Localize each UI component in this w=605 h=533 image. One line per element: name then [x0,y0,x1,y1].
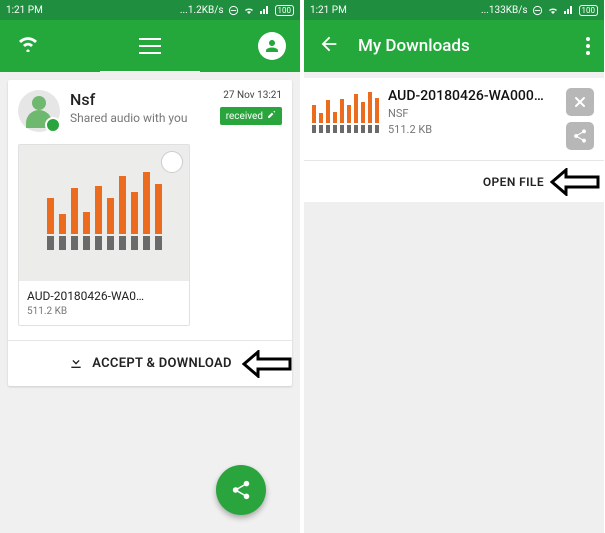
share-subtitle: Shared audio with you [70,111,220,125]
status-badge-label: received [226,111,263,122]
status-battery: 100 [579,5,599,16]
do-not-disturb-icon [228,5,239,16]
open-file-label: OPEN FILE [483,175,544,189]
wifi-icon [547,4,559,16]
menu-icon[interactable] [139,38,161,54]
status-bar: 1:21 PM ...133KB/s 100 [304,0,604,20]
audio-waveform-icon [47,176,162,250]
status-time: 1:21 PM [310,5,481,16]
shared-file-card: Nsf Shared audio with you 27 Nov 13:21 r… [8,80,292,386]
phone-left: 1:21 PM ...1.2KB/s 100 [0,0,300,533]
profile-icon[interactable] [258,32,286,60]
sender-avatar[interactable] [18,90,60,132]
status-net: ...133KB/s [481,5,528,16]
app-bar: My Downloads [304,20,604,72]
more-options-icon[interactable] [586,37,590,55]
status-net: ...1.2KB/s [180,5,224,16]
download-item: AUD-20180426-WA000… NSF 511.2 KB OPEN FI… [304,78,604,202]
download-icon [68,354,84,374]
status-bar: 1:21 PM ...1.2KB/s 100 [0,0,300,20]
status-time: 1:21 PM [6,5,180,16]
status-badge: received [220,107,282,125]
download-size: 511.2 KB [388,123,554,136]
back-button[interactable] [318,33,340,59]
content-area-right: AUD-20180426-WA000… NSF 511.2 KB OPEN FI… [304,78,604,533]
delete-button[interactable] [566,88,594,116]
download-filename: AUD-20180426-WA000… [388,88,554,104]
file-name: AUD-20180426-WA0… [27,289,181,303]
signal-icon [563,4,575,16]
do-not-disturb-icon [532,5,543,16]
status-battery: 100 [275,5,295,16]
file-size: 511.2 KB [27,306,181,317]
annotation-arrow-left [242,350,294,378]
phone-right: 1:21 PM ...133KB/s 100 My Downloads [304,0,604,533]
app-bar [0,20,300,72]
share-timestamp: 27 Nov 13:21 [220,90,282,101]
download-sender: NSF [388,107,554,120]
share-fab[interactable] [216,465,266,515]
open-file-button[interactable]: OPEN FILE [304,160,604,202]
audio-waveform-icon [312,91,379,133]
page-title: My Downloads [358,36,568,56]
download-thumbnail[interactable] [314,88,376,136]
share-button[interactable] [566,122,594,150]
accept-download-button[interactable]: ACCEPT & DOWNLOAD [8,340,292,386]
content-area-left: Nsf Shared audio with you 27 Nov 13:21 r… [0,72,300,533]
select-circle[interactable] [161,151,183,173]
file-thumbnail-card[interactable]: AUD-20180426-WA0… 511.2 KB [18,144,190,326]
accept-download-label: ACCEPT & DOWNLOAD [92,356,232,371]
tab-nearby-icon[interactable] [14,32,42,60]
signal-icon [259,4,271,16]
pencil-icon [267,110,276,122]
wifi-icon [243,4,255,16]
sender-name: Nsf [70,90,220,109]
annotation-arrow-right [550,168,602,196]
